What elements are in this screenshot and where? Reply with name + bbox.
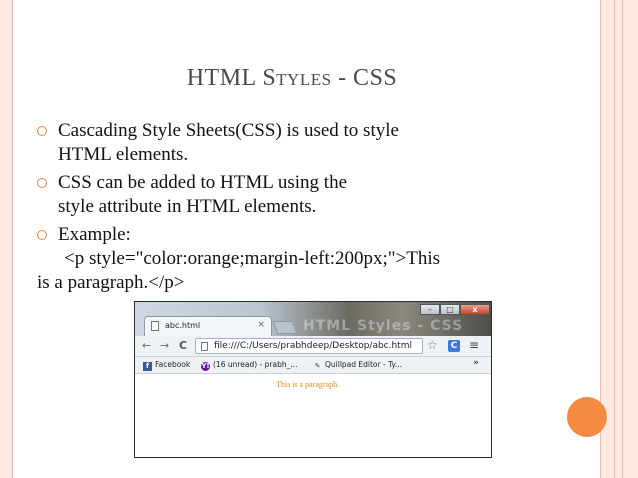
bookmark-yahoo-mail[interactable]: Y! (16 unread) - prabh_... — [201, 359, 298, 371]
slide-frame-right-line — [614, 0, 615, 478]
bookmark-quillpad[interactable]: ✎ Quillpad Editor - Ty... — [313, 359, 402, 371]
bullet-ring-icon — [37, 230, 47, 240]
address-text: file:///C:/Users/prabhdeep/Desktop/abc.h… — [214, 341, 412, 351]
bookmark-label: Facebook — [155, 360, 191, 369]
bullet-item: Example: <p style="color:orange;margin-l… — [37, 223, 557, 295]
bullet-text: style attribute in HTML elements. — [58, 196, 317, 217]
browser-screenshot: HTML Styles - CSS abc.html × – □ x ← → C… — [134, 301, 492, 458]
title-part: HTML S — [186, 65, 277, 91]
bookmarks-bar: f Facebook Y! (16 unread) - prabh_... ✎ Qui… — [135, 357, 491, 374]
bookmark-label: (16 unread) - prabh_... — [213, 360, 298, 369]
slide-frame-right-line — [622, 0, 623, 478]
bullet-text: CSS can be added to HTML using the — [58, 172, 348, 193]
bullet-ring-icon — [37, 178, 47, 188]
minimize-button[interactable]: – — [420, 304, 440, 315]
rendered-paragraph: This is a paragraph. — [276, 380, 340, 389]
bullet-item: Cascading Style Sheets(CSS) is used to s… — [37, 119, 557, 167]
maximize-button[interactable]: □ — [440, 304, 460, 315]
code-example: <p style="color:orange;margin-left:200px… — [64, 248, 441, 269]
facebook-icon: f — [143, 362, 152, 371]
browser-titlebar: HTML Styles - CSS abc.html × – □ x — [135, 302, 491, 336]
address-bar[interactable]: file:///C:/Users/prabhdeep/Desktop/abc.h… — [195, 338, 423, 354]
browser-page-content: This is a paragraph. — [135, 374, 491, 457]
close-window-button[interactable]: x — [460, 304, 490, 315]
bullet-text: Cascading Style Sheets(CSS) is used to s… — [58, 120, 399, 141]
bullet-text: HTML elements. — [58, 144, 189, 165]
back-arrow-icon[interactable]: ← — [142, 339, 151, 353]
browser-toolbar: ← → C file:///C:/Users/prabhdeep/Desktop… — [135, 336, 491, 357]
menu-icon[interactable]: ≡ — [469, 338, 479, 352]
window-controls: – □ x — [420, 304, 490, 316]
decorative-orange-circle — [567, 397, 607, 437]
slide-title: HTML Styles - CSS — [0, 65, 584, 92]
document-icon — [151, 321, 159, 331]
browser-tab[interactable]: abc.html × — [144, 316, 272, 336]
page-icon — [201, 342, 208, 351]
reload-icon[interactable]: C — [179, 339, 187, 353]
quill-icon: ✎ — [314, 362, 321, 370]
yahoo-icon: Y! — [201, 362, 210, 371]
title-part: - CSS — [331, 65, 398, 91]
bookmark-facebook[interactable]: f Facebook — [143, 359, 190, 371]
code-example-continued: is a paragraph.</p> — [37, 272, 185, 293]
title-part-smallcaps: tyles — [276, 65, 332, 91]
slide-frame-right — [600, 0, 638, 478]
tab-title: abc.html — [165, 321, 201, 330]
bullet-text: Example: — [58, 224, 131, 245]
close-icon[interactable]: × — [257, 320, 265, 330]
chevron-more-icon[interactable]: » — [473, 358, 479, 368]
extension-icon[interactable]: C — [448, 340, 460, 352]
new-tab-button[interactable] — [272, 321, 298, 334]
bullet-item: CSS can be added to HTML using the style… — [37, 171, 557, 219]
forward-arrow-icon[interactable]: → — [160, 339, 169, 353]
bookmark-label: Quillpad Editor - Ty... — [325, 360, 403, 369]
titlebar-watermark: HTML Styles - CSS — [303, 318, 464, 334]
bullet-ring-icon — [37, 126, 47, 136]
star-icon[interactable]: ☆ — [427, 338, 438, 352]
bullet-list: Cascading Style Sheets(CSS) is used to s… — [37, 119, 557, 299]
